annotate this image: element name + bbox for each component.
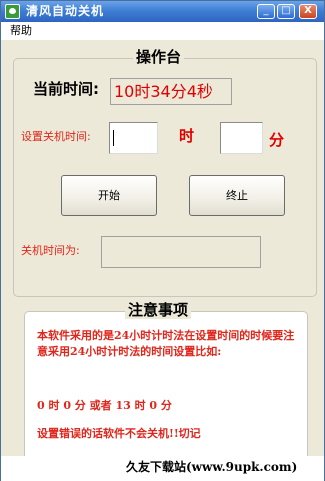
text-caret: [113, 130, 114, 146]
minimize-button[interactable]: _: [257, 4, 275, 19]
current-time-display: 10时34分4秒: [110, 78, 232, 105]
close-button[interactable]: X: [299, 4, 317, 19]
menu-bar: 帮助: [1, 22, 324, 40]
window-title: 清风自动关机: [26, 4, 105, 18]
shutdown-time-label: 关机时间为:: [21, 244, 80, 257]
notes-title: 注意事项: [125, 301, 192, 319]
hour-unit-label: 时: [179, 127, 195, 145]
current-time-value: 10时34分4秒: [114, 82, 213, 101]
minute-input[interactable]: [220, 122, 263, 154]
note-line-24h: 本软件采用的是24小时计时法在设置时间的时候要注意采用24小时计时法的时间设置比…: [37, 329, 295, 358]
shutdown-time-display: [101, 236, 261, 268]
minute-unit-label: 分: [269, 131, 285, 149]
menu-help[interactable]: 帮助: [10, 24, 32, 37]
note-line-warning: 设置错误的话软件不会关机!!切记: [37, 427, 201, 440]
stop-button[interactable]: 终止: [189, 175, 285, 216]
watermark-text: 久友下载站(www.9upk.com): [126, 460, 298, 474]
watermark-footer: 久友下载站(www.9upk.com): [1, 456, 324, 481]
hour-input[interactable]: [109, 122, 158, 154]
title-bar[interactable]: 清风自动关机 _ □ X: [1, 1, 324, 22]
console-title: 操作台: [133, 48, 185, 66]
start-button[interactable]: 开始: [61, 175, 157, 216]
current-time-label: 当前时间:: [33, 80, 99, 98]
app-heart-icon: [5, 4, 20, 19]
note-line-example: 0 时 0 分 或者 13 时 0 分: [37, 399, 172, 412]
set-shutdown-time-label: 设置关机时间:: [21, 130, 91, 143]
maximize-button[interactable]: □: [277, 4, 295, 19]
main-window: 清风自动关机 _ □ X 帮助 操作台 当前时间: 10时34分4秒 设置关机时…: [0, 0, 325, 481]
